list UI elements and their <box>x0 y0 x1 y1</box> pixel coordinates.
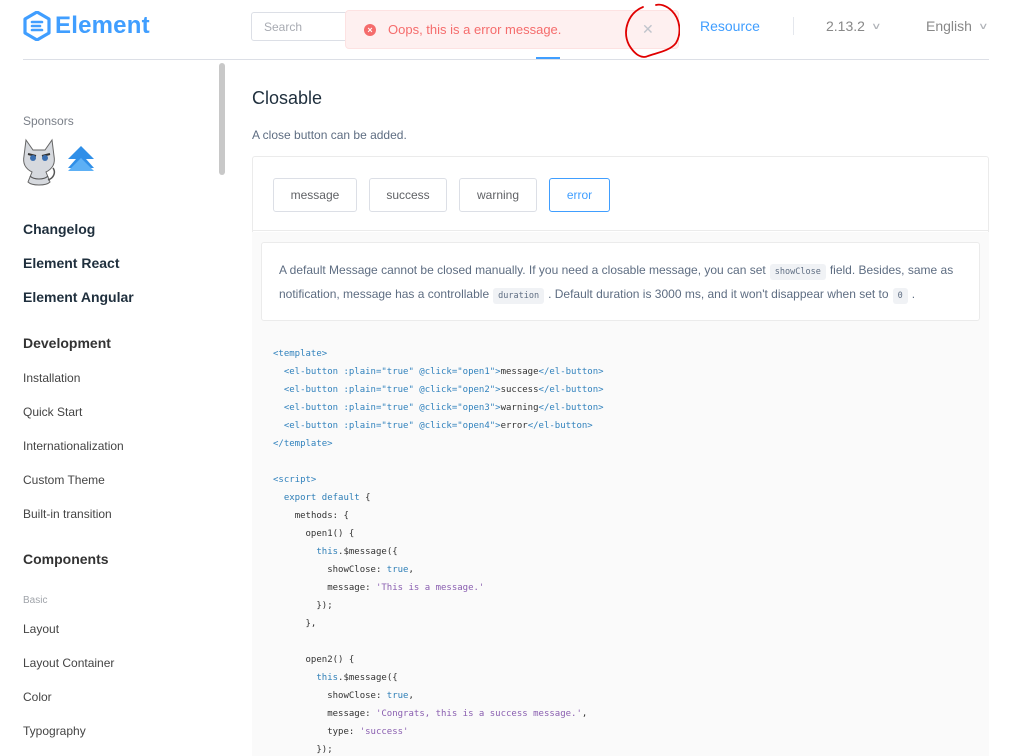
code-token: </el-button> <box>538 385 604 395</box>
code-token: true <box>386 691 409 701</box>
code-token: <el-button :plain="true" @click="open2"> <box>283 385 501 395</box>
code-token: }); <box>316 745 333 755</box>
sidebar-item-layout[interactable]: Layout <box>23 622 59 636</box>
sidebar-item-color[interactable]: Color <box>23 690 52 704</box>
sidebar-item-layout-container[interactable]: Layout Container <box>23 656 114 670</box>
code-token: 'success' <box>359 727 409 737</box>
code-token: <script> <box>273 475 317 485</box>
code-token: , <box>581 709 588 719</box>
code-token: open1() { <box>305 529 355 539</box>
code-token: message: <box>327 709 376 719</box>
code-token: </el-button> <box>538 403 604 413</box>
sidebar-group-components: Components <box>23 551 109 567</box>
error-message-toast: × Oops, this is a error message. ✕ <box>345 10 679 49</box>
inline-code: showClose <box>769 264 826 280</box>
code-token: </el-button> <box>527 421 593 431</box>
warning-button[interactable]: warning <box>459 178 537 212</box>
code-token: showClose: <box>327 565 387 575</box>
error-button[interactable]: error <box>549 178 610 212</box>
version-dropdown[interactable]: 2.13.2 ∨ <box>826 18 882 34</box>
sidebar-item-built-in-transition[interactable]: Built-in transition <box>23 507 112 521</box>
code-token: .$message({ <box>338 547 398 557</box>
brand-name: Element <box>55 12 150 39</box>
message-text: Oops, this is a error message. <box>388 22 562 37</box>
code-token: { <box>359 493 371 503</box>
code-token: this <box>316 547 339 557</box>
element-logo-icon <box>23 11 51 41</box>
version-label: 2.13.2 <box>826 18 865 34</box>
sidebar-scrollbar[interactable] <box>219 63 225 175</box>
note-text: . Default duration is 3000 ms, and it wo… <box>548 287 889 301</box>
chevron-down-icon: ∨ <box>870 20 882 31</box>
code-token: error <box>500 421 528 431</box>
code-token: this <box>316 673 339 683</box>
sidebar-link-element-react[interactable]: Element React <box>23 255 119 271</box>
sidebar-link-changelog[interactable]: Changelog <box>23 221 95 237</box>
code-token: <el-button :plain="true" @click="open3"> <box>283 403 501 413</box>
code-token: </template> <box>273 439 333 449</box>
sidebar-item-quick-start[interactable]: Quick Start <box>23 405 82 419</box>
note-text: A default Message cannot be closed manua… <box>279 263 766 277</box>
code-token: success <box>500 385 539 395</box>
code-token: warning <box>500 403 539 413</box>
code-token: export default <box>283 493 360 503</box>
sidebar-item-custom-theme[interactable]: Custom Theme <box>23 473 105 487</box>
code-token: message <box>500 367 539 377</box>
code-token: , <box>408 565 414 575</box>
error-circle-icon: × <box>364 23 376 36</box>
code-token: <template> <box>273 349 328 359</box>
sponsor-arrow-logo-icon[interactable] <box>66 144 96 178</box>
inline-code: duration <box>493 288 545 304</box>
sidebar-group-development: Development <box>23 335 111 351</box>
code-token: message: <box>327 583 376 593</box>
code-token: }); <box>316 601 333 611</box>
demo-description: A default Message cannot be closed manua… <box>261 242 980 321</box>
code-block: <template> <el-button :plain="true" @cli… <box>273 345 604 756</box>
code-token: 'Congrats, this is a success message.' <box>375 709 582 719</box>
code-token: open2() { <box>305 655 355 665</box>
code-token: showClose: <box>327 691 387 701</box>
sponsors-label: Sponsors <box>23 114 74 128</box>
sidebar-subgroup-basic: Basic <box>23 595 48 606</box>
nav-divider <box>793 17 794 35</box>
sidebar-item-installation[interactable]: Installation <box>23 371 80 385</box>
sidebar-item-internationalization[interactable]: Internationalization <box>23 439 124 453</box>
section-description: A close button can be added. <box>252 128 407 142</box>
code-token: , <box>408 691 414 701</box>
message-button[interactable]: message <box>273 178 357 212</box>
code-token: methods: { <box>294 511 349 521</box>
header-divider <box>23 59 989 60</box>
code-token: true <box>386 565 409 575</box>
code-token: 'This is a message.' <box>375 583 485 593</box>
note-text: . <box>911 287 916 301</box>
sidebar-link-element-angular[interactable]: Element Angular <box>23 289 134 305</box>
section-title: Closable <box>252 88 323 108</box>
demo-source <box>252 156 989 231</box>
inline-code: 0 <box>892 288 908 304</box>
code-token: </el-button> <box>538 367 604 377</box>
sidebar-item-typography[interactable]: Typography <box>23 724 86 738</box>
code-token: type: <box>327 727 360 737</box>
language-dropdown[interactable]: English ∨ <box>926 18 989 34</box>
close-icon[interactable]: ✕ <box>642 21 654 38</box>
language-label: English <box>926 18 972 34</box>
code-token: .$message({ <box>338 673 398 683</box>
code-token: <el-button :plain="true" @click="open4"> <box>283 421 501 431</box>
chevron-down-icon: ∨ <box>977 20 989 31</box>
code-token: <el-button :plain="true" @click="open1"> <box>283 367 501 377</box>
sponsor-cat-logo-icon[interactable] <box>20 136 58 186</box>
brand-logo[interactable]: Element <box>23 10 150 42</box>
success-button[interactable]: success <box>369 178 447 212</box>
nav-link-resource[interactable]: Resource <box>700 18 760 34</box>
code-token: }, <box>305 619 317 629</box>
